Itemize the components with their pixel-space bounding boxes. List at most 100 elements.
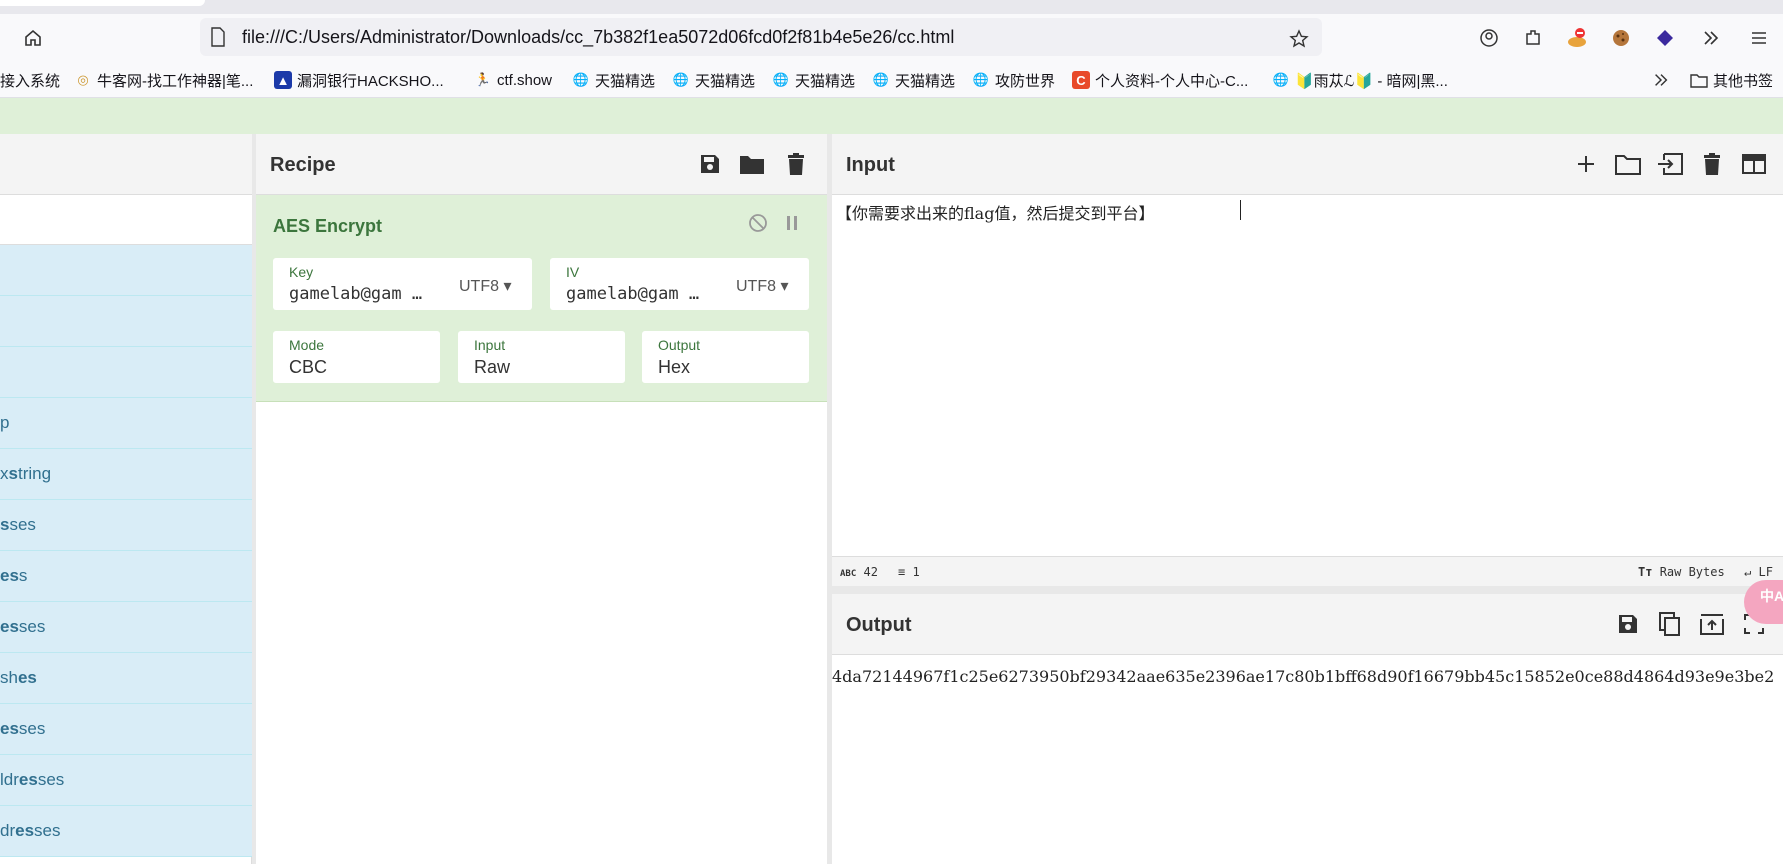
input-textarea[interactable]: 【你需要求出来的flag值，然后提交到平台】 (836, 200, 1154, 224)
output-text[interactable]: 4da72144967f1c25e6273950bf29342aae635e23… (832, 655, 1774, 686)
pause-icon[interactable] (778, 209, 806, 237)
encoding-selector[interactable]: Tт Raw Bytes (1638, 565, 1725, 579)
recipe-title: Recipe (270, 154, 336, 176)
bookmark-label: 天猫精选 (895, 72, 956, 90)
clear-input-icon[interactable] (1698, 150, 1726, 178)
bookmark-item[interactable]: 🌐 攻防世界 (972, 68, 1055, 92)
url-text[interactable]: file:///C:/Users/Administrator/Downloads… (242, 27, 954, 48)
address-bar[interactable]: file:///C:/Users/Administrator/Downloads… (200, 18, 1322, 56)
bookmark-item[interactable]: C 个人资料-个人中心-C... (1072, 68, 1248, 92)
io-resize-handle[interactable] (832, 586, 1783, 594)
menu-icon[interactable] (1742, 21, 1776, 55)
input-format-label: Input (474, 337, 506, 353)
text-caret (1240, 200, 1241, 220)
operation-item[interactable]: ldr es ses (0, 755, 252, 806)
cookie-icon[interactable] (1604, 21, 1638, 55)
bookmark-item[interactable]: 🌐 天猫精选 (572, 68, 655, 92)
bookmark-item[interactable]: 接入系统 (0, 68, 60, 92)
bookmarks-overflow-icon[interactable] (1652, 68, 1670, 92)
iv-encoding-dropdown[interactable]: UTF8 ▾ (736, 276, 788, 296)
bookmark-label: 牛客网-找工作神器|笔... (97, 72, 254, 90)
mode-select[interactable]: Mode CBC (273, 331, 440, 383)
operation-item[interactable]: sh es (0, 653, 252, 704)
open-file-icon[interactable] (1656, 150, 1684, 178)
replace-input-icon[interactable] (1698, 610, 1726, 638)
input-format-select[interactable]: Input Raw (458, 331, 625, 383)
ctfshow-icon: 🏃 (474, 72, 492, 87)
bookmark-item[interactable]: ◎ 牛客网-找工作神器|笔... (74, 68, 253, 92)
operation-item[interactable]: p (0, 398, 252, 449)
layout-icon[interactable] (1740, 150, 1768, 178)
operation-item[interactable]: es ses (0, 602, 252, 653)
operation-item[interactable]: dr es ses (0, 806, 252, 857)
nowcoder-icon: ◎ (77, 72, 89, 87)
extensions-icon[interactable] (1516, 21, 1550, 55)
trash-icon[interactable] (782, 150, 810, 178)
operation-item[interactable] (0, 245, 252, 296)
abc-icon: ABC (840, 569, 857, 579)
bookmark-label: 天猫精选 (595, 72, 656, 90)
language-switch-badge[interactable]: 中A (1744, 580, 1783, 624)
operations-panel: p x s tring s ses es s es ses sh es es ses ldr… (0, 134, 252, 864)
output-format-label: Output (658, 337, 701, 353)
bookmark-item[interactable]: 🌐 天猫精选 (672, 68, 755, 92)
operation-item[interactable]: s ses (0, 500, 252, 551)
key-value[interactable]: gamelab@gam … (289, 284, 422, 304)
output-title: Output (846, 614, 912, 636)
aes-encrypt-operation: AES Encrypt Key gamelab@gam … UTF8 ▾ IV … (256, 195, 827, 402)
iv-value[interactable]: gamelab@gam … (566, 284, 699, 304)
tab-strip (0, 0, 1783, 14)
overflow-chevron-icon[interactable] (1694, 21, 1728, 55)
bookmark-label: 天猫精选 (795, 72, 856, 90)
bookmark-star-icon[interactable] (1282, 22, 1316, 56)
io-panel: Input 【你需要求出来的flag值，然后提交到平台】 ABC 42 ≡ 1 … (832, 134, 1783, 864)
recipe-panel: Recipe AES Encrypt Key gamelab@gam … UTF… (256, 134, 827, 864)
bookmark-item[interactable]: ▲ 漏洞银行HACKSHO... (274, 68, 444, 92)
operations-list: p x s tring s ses es s es ses sh es es ses ldr… (0, 245, 252, 857)
disable-icon[interactable] (744, 209, 772, 237)
operations-search-input[interactable] (0, 195, 252, 245)
open-folder-icon[interactable] (1614, 150, 1642, 178)
notification-banner (0, 98, 1783, 134)
operation-item[interactable]: es s (0, 551, 252, 602)
key-encoding-dropdown[interactable]: UTF8 ▾ (459, 276, 511, 296)
output-format-select[interactable]: Output Hex (642, 331, 809, 383)
eol-selector[interactable]: ↵ LF (1744, 565, 1773, 579)
active-tab[interactable] (0, 0, 205, 6)
home-icon[interactable] (16, 21, 50, 55)
save-icon[interactable] (696, 150, 724, 178)
bookmark-label: 接入系统 (0, 72, 61, 90)
key-field[interactable]: Key gamelab@gam … UTF8 ▾ (273, 258, 532, 310)
bookmark-label: ctf.show (497, 71, 553, 89)
globe-icon: 🌐 (872, 72, 890, 87)
globe-icon: 🌐 (1272, 72, 1290, 87)
account-icon[interactable] (1472, 21, 1506, 55)
globe-icon: 🌐 (772, 72, 790, 87)
add-tab-icon[interactable] (1572, 150, 1600, 178)
globe-icon: 🌐 (572, 72, 590, 87)
globe-icon: 🌐 (672, 72, 690, 87)
bookmark-item[interactable]: 🌐 天猫精选 (872, 68, 955, 92)
bookmark-item[interactable]: 🌐 天猫精选 (772, 68, 855, 92)
bookmark-label: 个人资料-个人中心-C... (1095, 72, 1249, 90)
operation-item[interactable]: x s tring (0, 449, 252, 500)
mode-value: CBC (289, 357, 328, 377)
copy-icon[interactable] (1656, 610, 1684, 638)
page-icon (210, 27, 230, 47)
save-output-icon[interactable] (1614, 610, 1642, 638)
char-count: ABC 42 (840, 565, 878, 579)
operation-title: AES Encrypt (273, 216, 383, 236)
operations-header (0, 134, 252, 195)
bookmark-item[interactable]: 🏃 ctf.show (474, 68, 552, 92)
operation-item[interactable] (0, 347, 252, 398)
other-bookmarks[interactable]: 其他书签 (1690, 68, 1773, 92)
bookmark-item[interactable]: 🌐 🔰雨苁ℒ🔰 - 暗网|黑... (1272, 68, 1448, 92)
key-label: Key (289, 264, 314, 280)
operation-item[interactable]: es ses (0, 704, 252, 755)
operation-item[interactable] (0, 296, 252, 347)
mode-label: Mode (289, 337, 325, 353)
iv-field[interactable]: IV gamelab@gam … UTF8 ▾ (550, 258, 809, 310)
adblock-icon[interactable] (1560, 21, 1594, 55)
folder-icon[interactable] (738, 150, 766, 178)
layers-extension-icon[interactable] (1648, 21, 1682, 55)
